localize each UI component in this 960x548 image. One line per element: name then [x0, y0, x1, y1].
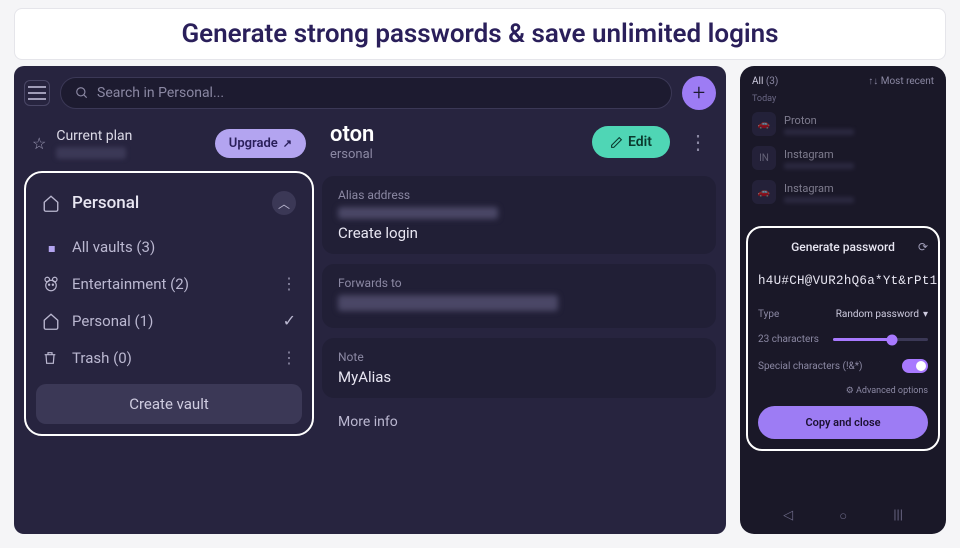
chevron-up-icon[interactable]: ︿	[272, 191, 296, 215]
vault-item-entertainment[interactable]: Entertainment (2) ⋮	[36, 265, 302, 302]
tab-all-count: (3)	[766, 76, 779, 87]
more-icon[interactable]: ⋮	[281, 274, 296, 293]
generate-password-panel: Generate password ⟳ h4U#CH@VUR2hQ6a*Yt&r…	[746, 226, 940, 451]
item-detail-blurred	[784, 197, 854, 203]
item-name: Instagram	[784, 148, 934, 161]
list-item[interactable]: 🚗 Proton	[740, 107, 946, 141]
item-avatar: 🚗	[752, 112, 776, 136]
more-icon[interactable]: ⋮	[281, 348, 296, 367]
vault-item-all[interactable]: ◆ All vaults (3)	[36, 229, 302, 265]
home-button[interactable]: ○	[839, 508, 847, 524]
menu-icon[interactable]	[24, 80, 50, 106]
tab-all[interactable]: All	[752, 76, 763, 87]
vault-item-label: Trash	[72, 349, 109, 367]
mobile-app: All (3) ↑↓ Most recent Today 🚗 Proton IN…	[740, 66, 946, 534]
type-label: Type	[758, 309, 779, 320]
item-name: Instagram	[784, 182, 934, 195]
type-selector[interactable]: Random password ▾	[836, 309, 928, 320]
android-nav-bar: ◁ ○ |||	[740, 502, 946, 530]
search-icon	[75, 86, 89, 100]
check-icon: ✓	[283, 311, 296, 330]
copy-close-button[interactable]: Copy and close	[758, 406, 928, 439]
forwards-label: Forwards to	[338, 276, 700, 290]
vault-item-count: (1)	[135, 312, 154, 330]
item-title: oton	[330, 122, 582, 147]
vault-item-label: Entertainment	[72, 275, 166, 293]
bear-icon	[42, 275, 62, 293]
upgrade-button[interactable]: Upgrade ↗	[215, 129, 306, 158]
desktop-app: Search in Personal... + ☆ Current plan U…	[14, 66, 726, 534]
special-chars-label: Special characters (!&*)	[758, 361, 863, 372]
item-more-icon[interactable]: ⋮	[688, 130, 708, 154]
item-vault-label: ersonal	[330, 147, 582, 162]
refresh-icon[interactable]: ⟳	[918, 240, 928, 254]
edit-button[interactable]: Edit	[592, 126, 670, 158]
upgrade-label: Upgrade	[229, 136, 278, 151]
banner-title: Generate strong passwords & save unlimit…	[14, 8, 946, 60]
add-button[interactable]: +	[682, 76, 716, 110]
alias-value-blurred	[338, 207, 498, 219]
vault-item-count: (3)	[136, 238, 155, 256]
recent-button[interactable]: |||	[893, 508, 903, 524]
vault-item-label: Personal	[72, 312, 131, 330]
trash-icon	[42, 350, 62, 366]
edit-label: Edit	[628, 134, 652, 150]
type-value: Random password	[836, 309, 919, 320]
home-icon	[42, 312, 62, 330]
forwards-card: Forwards to	[322, 264, 716, 328]
note-card: Note MyAlias	[322, 338, 716, 398]
vault-item-count: (0)	[113, 349, 132, 367]
sort-label: Most recent	[881, 76, 934, 87]
special-chars-toggle[interactable]	[902, 359, 928, 373]
vault-item-label: All vaults	[72, 238, 133, 256]
vault-item-count: (2)	[170, 275, 189, 293]
current-vault-title: Personal	[72, 193, 262, 213]
plan-name-blurred	[56, 147, 126, 159]
search-input[interactable]: Search in Personal...	[60, 77, 672, 109]
item-name: Proton	[784, 114, 934, 127]
back-button[interactable]: ◁	[783, 508, 793, 524]
alias-label: Alias address	[338, 188, 700, 202]
home-icon	[42, 194, 62, 212]
item-detail-blurred	[784, 163, 854, 169]
sort-selector[interactable]: ↑↓ Most recent	[868, 76, 934, 87]
generator-title: Generate password	[791, 240, 895, 254]
vault-selector-panel: Personal ︿ ◆ All vaults (3) Entertainmen…	[24, 171, 314, 436]
generated-password: h4U#CH@VUR2hQ6a*Yt&rPt1	[758, 264, 928, 302]
length-slider[interactable]	[833, 338, 928, 341]
section-today: Today	[740, 91, 946, 107]
pencil-icon	[610, 136, 623, 149]
length-label: 23 characters	[758, 334, 819, 345]
chevron-down-icon: ▾	[923, 309, 928, 320]
search-placeholder: Search in Personal...	[97, 85, 224, 101]
create-login-link[interactable]: Create login	[338, 224, 700, 242]
star-icon: ☆	[32, 134, 46, 153]
vault-item-trash[interactable]: Trash (0) ⋮	[36, 339, 302, 376]
vault-header[interactable]: Personal ︿	[36, 183, 302, 229]
external-link-icon: ↗	[283, 137, 292, 150]
plan-label: Current plan	[56, 128, 204, 144]
note-value: MyAlias	[338, 368, 700, 386]
vault-item-personal[interactable]: Personal (1) ✓	[36, 302, 302, 339]
item-avatar: IN	[752, 146, 776, 170]
create-vault-button[interactable]: Create vault	[36, 384, 302, 424]
advanced-options-link[interactable]: ⚙ Advanced options	[758, 380, 928, 406]
list-item[interactable]: IN Instagram	[740, 141, 946, 175]
item-avatar: 🚗	[752, 180, 776, 204]
forwards-value-blurred	[338, 295, 558, 311]
alias-card: Alias address Create login	[322, 176, 716, 254]
note-label: Note	[338, 350, 700, 364]
item-detail-blurred	[784, 129, 854, 135]
list-item[interactable]: 🚗 Instagram	[740, 175, 946, 209]
more-info-link[interactable]: More info	[322, 408, 716, 436]
diamond-icon: ◆	[44, 241, 59, 256]
